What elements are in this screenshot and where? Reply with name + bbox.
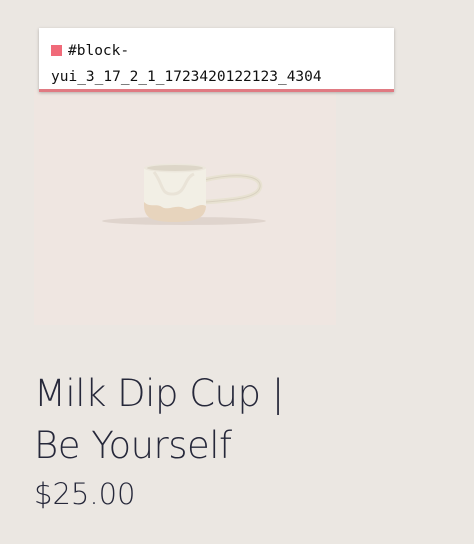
product-title-line2: Be Yourself — [34, 424, 232, 467]
product-title-line1: Milk Dip Cup | — [34, 372, 284, 415]
block-id-line2: yui_3_17_2_1_1723420122123_4304 — [51, 69, 322, 85]
block-id-line1: #block- — [68, 43, 130, 59]
product-image[interactable] — [34, 90, 336, 325]
product-price: $25.00 — [34, 477, 136, 511]
product-title[interactable]: Milk Dip Cup | Be Yourself — [34, 368, 454, 472]
block-id-tooltip: #block- yui_3_17_2_1_1723420122123_4304 — [39, 28, 394, 92]
block-color-swatch — [51, 45, 62, 56]
cup-icon — [102, 163, 266, 225]
